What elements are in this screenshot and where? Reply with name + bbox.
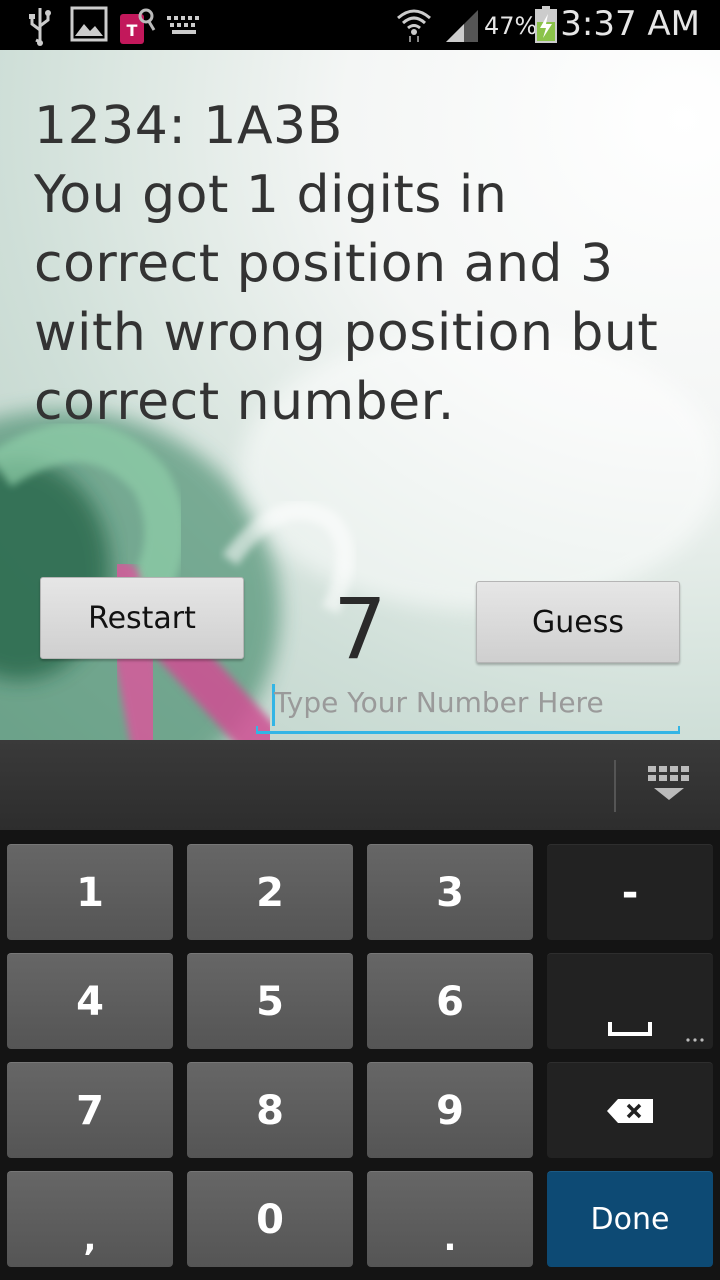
restart-button[interactable]: Restart	[40, 577, 244, 659]
key-label: ,	[83, 1219, 97, 1259]
key-9[interactable]: 9	[367, 1062, 533, 1158]
space-icon	[608, 1022, 652, 1036]
backspace-icon	[607, 1098, 653, 1123]
numeric-keyboard: 1 2 3 - 4 5 6 7 8 9 , 0 . Done	[0, 740, 720, 1280]
key-dash[interactable]: -	[547, 844, 713, 940]
attempt-count: 7	[333, 580, 387, 678]
key-label: 1	[76, 869, 104, 916]
clock: 3:37 AM	[560, 4, 700, 44]
keyboard-icon	[167, 16, 199, 34]
key-7[interactable]: 7	[7, 1062, 173, 1158]
key-label: 2	[256, 869, 284, 916]
status-bar: T 47% 3:37 AM	[0, 0, 720, 50]
key-period[interactable]: .	[367, 1171, 533, 1267]
battery-percent: 47%	[484, 12, 538, 40]
key-6[interactable]: 6	[367, 953, 533, 1049]
key-0[interactable]: 0	[187, 1171, 353, 1267]
key-label: 6	[436, 978, 464, 1025]
key-comma[interactable]: ,	[7, 1171, 173, 1267]
key-2[interactable]: 2	[187, 844, 353, 940]
key-label: 7	[76, 1087, 104, 1134]
keyboard-keys: 1 2 3 - 4 5 6 7 8 9 , 0 . Done	[0, 830, 720, 1280]
key-label: 0	[256, 1196, 284, 1243]
number-input-field[interactable]: Type Your Number Here	[256, 682, 680, 734]
usb-icon	[29, 8, 51, 46]
input-underline	[256, 726, 680, 734]
key-label: 4	[76, 978, 104, 1025]
key-5[interactable]: 5	[187, 953, 353, 1049]
gallery-icon	[70, 6, 108, 42]
key-label: 5	[256, 978, 284, 1025]
result-message: 1234: 1A3B You got 1 digits in correct p…	[34, 96, 659, 432]
key-1[interactable]: 1	[7, 844, 173, 940]
toolbar-divider	[614, 760, 616, 812]
key-label: 8	[256, 1087, 284, 1134]
hide-keyboard-icon[interactable]	[646, 764, 692, 804]
backspace-key[interactable]	[547, 1062, 713, 1158]
key-4[interactable]: 4	[7, 953, 173, 1049]
key-label: 9	[436, 1087, 464, 1134]
key-label: .	[443, 1219, 457, 1259]
key-label: -	[621, 869, 639, 916]
done-key[interactable]: Done	[547, 1171, 713, 1267]
svg-text:T: T	[127, 21, 138, 40]
key-label: 3	[436, 869, 464, 916]
battery-charging-icon	[535, 6, 557, 43]
number-input-placeholder: Type Your Number Here	[274, 686, 604, 719]
key-space[interactable]	[547, 953, 713, 1049]
key-3[interactable]: 3	[367, 844, 533, 940]
tmobile-icon: T	[120, 8, 156, 44]
wifi-icon	[397, 9, 431, 42]
key-label: Done	[590, 1202, 670, 1237]
keyboard-toolbar	[0, 740, 720, 830]
guess-button[interactable]: Guess	[476, 581, 680, 663]
game-screen: 1234: 1A3B You got 1 digits in correct p…	[0, 50, 720, 740]
signal-icon	[446, 10, 478, 42]
key-8[interactable]: 8	[187, 1062, 353, 1158]
more-options-icon	[686, 1038, 704, 1042]
